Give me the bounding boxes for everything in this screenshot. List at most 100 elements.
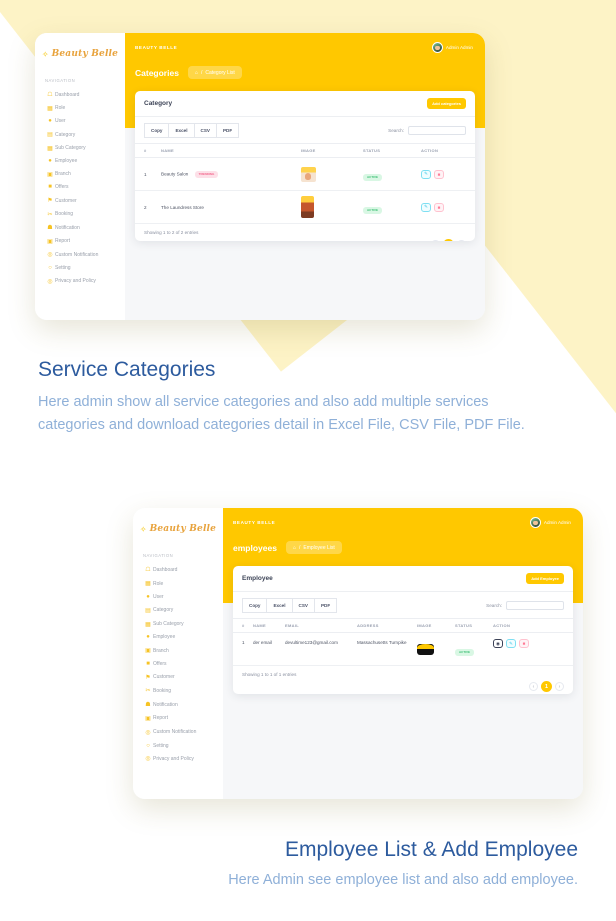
csv-button[interactable]: CSV (292, 598, 315, 613)
pagination-page-1[interactable]: 1 (541, 681, 552, 692)
search-label: Search: (486, 603, 502, 608)
table-row[interactable]: 1 Beauty Salon TRENDING ACTIVE ✎ ■ (135, 157, 475, 191)
sidebar-item-category[interactable]: ▤ Category (35, 128, 125, 142)
sidebar-item-offers[interactable]: ■ Offers (133, 657, 223, 670)
edit-icon[interactable]: ✎ (421, 169, 431, 179)
brand-logo[interactable]: ✧ Beauty Belle (35, 41, 125, 67)
export-button-group: Copy Excel CSV PDF (242, 598, 338, 613)
sidebar-item-privacy-and-policy[interactable]: ◎ Privacy and Policy (133, 752, 223, 766)
sidebar-item-setting[interactable]: ○ Setting (35, 262, 125, 275)
pagination-next[interactable]: › (457, 240, 466, 241)
sidebar-item-branch[interactable]: ▣ Branch (133, 644, 223, 658)
table-row[interactable]: 2 The Laundress Store ACTIVE ✎ ■ (135, 190, 475, 224)
edit-icon[interactable]: ✎ (506, 639, 516, 648)
table-toolbar: Copy Excel CSV PDF Search: (135, 117, 475, 143)
sidebar-item-customer[interactable]: ⚑ Customer (133, 670, 223, 684)
column-status[interactable]: STATUS (363, 143, 421, 158)
column-email[interactable]: EMAIL (285, 618, 357, 633)
search-input[interactable] (408, 126, 466, 135)
sidebar-item-dashboard[interactable]: ☖ Dashboard (133, 563, 223, 577)
sidebar-item-label: Setting (55, 265, 71, 272)
pagination-next[interactable]: › (555, 682, 564, 691)
sidebar-item-employee[interactable]: ● Employee (35, 155, 125, 168)
delete-icon[interactable]: ■ (519, 639, 529, 648)
column-action[interactable]: ACTION (493, 618, 573, 633)
column-num[interactable]: # (233, 618, 253, 633)
user-icon: ● (48, 118, 52, 125)
column-num[interactable]: # (135, 143, 161, 158)
sidebar-item-role[interactable]: ▦ Role (133, 577, 223, 591)
status-badge: ACTIVE (363, 173, 383, 181)
sidebar-item-notification[interactable]: ☗ Notification (35, 221, 125, 235)
search-input[interactable] (506, 601, 564, 610)
delete-icon[interactable]: ■ (434, 169, 444, 179)
column-address[interactable]: ADDRESS (357, 618, 417, 633)
sidebar-item-label: Offers (153, 660, 167, 667)
cell-num: 2 (135, 190, 161, 224)
excel-button[interactable]: Excel (267, 598, 293, 613)
user-menu[interactable]: Admin Admin (431, 42, 473, 53)
delete-icon[interactable]: ■ (434, 202, 444, 212)
column-action[interactable]: ACTION (421, 143, 475, 158)
pdf-button[interactable]: PDF (314, 598, 338, 613)
cell-num: 1 (233, 632, 253, 666)
sidebar-item-setting[interactable]: ○ Setting (133, 739, 223, 752)
category-name: The Laundress Store (161, 204, 204, 210)
sidebar-item-booking[interactable]: ✂ Booking (35, 207, 125, 221)
sidebar-item-category[interactable]: ▤ Category (133, 603, 223, 617)
sidebar-item-report[interactable]: ▣ Report (133, 712, 223, 726)
sidebar-item-label: Report (153, 715, 169, 722)
add-employee-button[interactable]: Add Employee (526, 573, 564, 584)
column-image[interactable]: IMAGE (417, 618, 455, 633)
brand-logo[interactable]: ✧ Beauty Belle (133, 516, 223, 542)
sidebar-item-dashboard[interactable]: ☖ Dashboard (35, 88, 125, 102)
user-icon: ● (146, 593, 150, 600)
user-tie-icon: ● (48, 158, 52, 165)
column-name[interactable]: NAME (253, 618, 285, 633)
sidebar-item-custom-notification[interactable]: ◎ Custom Notification (133, 725, 223, 739)
user-menu[interactable]: Admin Admin (529, 517, 571, 528)
breadcrumb[interactable]: ⌂ / Employee List (285, 541, 342, 554)
sidebar-item-custom-notification[interactable]: ◎ Custom Notification (35, 248, 125, 262)
home-icon: ☖ (145, 567, 151, 574)
user-name: Admin Admin (543, 520, 571, 525)
pagination-prev[interactable]: ‹ (529, 682, 538, 691)
sidebar-item-notification[interactable]: ☗ Notification (133, 698, 223, 712)
csv-button[interactable]: CSV (194, 123, 217, 138)
copy-button[interactable]: Copy (144, 123, 170, 138)
home-icon: ☖ (47, 92, 53, 99)
view-icon[interactable]: ◉ (493, 639, 503, 648)
bell-icon: ☗ (47, 225, 53, 232)
column-name[interactable]: NAME (161, 143, 301, 158)
pagination-prev[interactable]: ‹ (431, 240, 440, 241)
sidebar-item-user[interactable]: ● User (133, 591, 223, 604)
excel-button[interactable]: Excel (169, 123, 195, 138)
sidebar-item-booking[interactable]: ✂ Booking (133, 684, 223, 698)
copy-button[interactable]: Copy (242, 598, 268, 613)
sidebar-item-role[interactable]: ▦ Role (35, 102, 125, 116)
pagination-page-1[interactable]: 1 (443, 239, 454, 241)
breadcrumb[interactable]: ⌂ / Category List (187, 66, 242, 79)
column-image[interactable]: IMAGE (301, 143, 363, 158)
sidebar-item-user[interactable]: ● User (35, 115, 125, 128)
sidebar-item-sub-category[interactable]: ▦ Sub Category (133, 617, 223, 631)
caption-title: Service Categories (38, 358, 216, 381)
edit-icon[interactable]: ✎ (421, 202, 431, 212)
sidebar-item-privacy-and-policy[interactable]: ◎ Privacy and Policy (35, 274, 125, 288)
sidebar-nav-list: ☖ Dashboard ▦ Role ● User ▤ Category ▦ S… (133, 563, 223, 766)
page-header: Categories ⌂ / Category List (125, 53, 485, 79)
cell-action: ✎ ■ (421, 190, 475, 224)
sidebar-item-sub-category[interactable]: ▦ Sub Category (35, 141, 125, 155)
sidebar-item-label: Notification (55, 224, 80, 231)
add-categories-button[interactable]: Add categories (427, 98, 466, 109)
sidebar-item-branch[interactable]: ▣ Branch (35, 168, 125, 182)
table-row[interactable]: 1 der email devultime123@gmail.com Massa… (233, 632, 573, 666)
scissors-icon: ✂ (47, 211, 53, 218)
sidebar-item-customer[interactable]: ⚑ Customer (35, 194, 125, 208)
sidebar-item-employee[interactable]: ● Employee (133, 631, 223, 644)
column-status[interactable]: STATUS (455, 618, 493, 633)
sidebar-item-offers[interactable]: ■ Offers (35, 181, 125, 194)
sidebar-item-report[interactable]: ▣ Report (35, 235, 125, 249)
employees-table: # NAME EMAIL ADDRESS IMAGE STATUS ACTION (233, 618, 573, 666)
pdf-button[interactable]: PDF (216, 123, 240, 138)
